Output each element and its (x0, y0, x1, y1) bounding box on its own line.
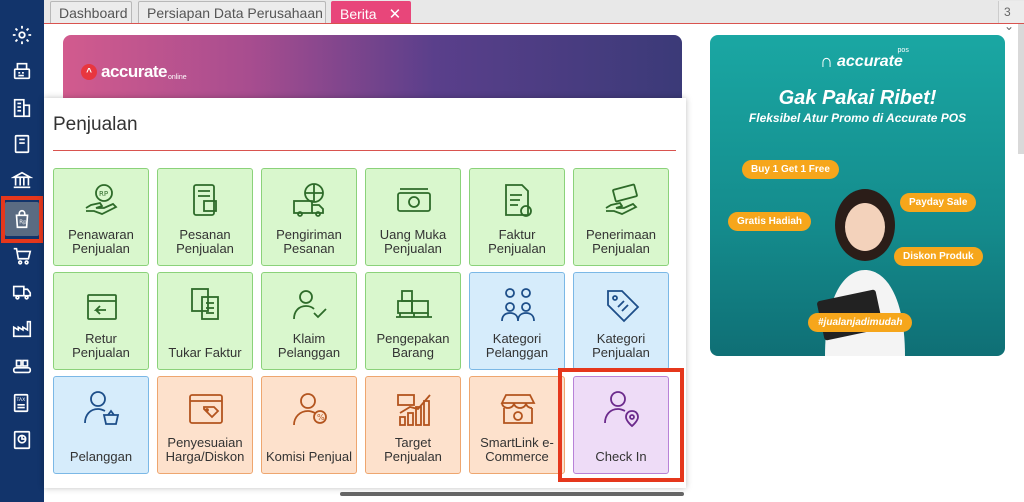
tile-komisi-penjual[interactable]: % Komisi Penjual (261, 376, 357, 474)
tile-pengepakan-barang[interactable]: Pengepakan Barang (365, 272, 461, 370)
tile-label: Retur Penjualan (72, 331, 130, 360)
promo-pill: Gratis Hadiah (728, 212, 812, 231)
svg-text:%: % (317, 413, 325, 422)
promo-hashtag: #jualanjadimudah (808, 313, 913, 332)
promo-ad[interactable]: ∩ accurate pos Gak Pakai Ribet! Fleksibe… (710, 35, 1005, 356)
accurate-mark-icon: ^ (81, 64, 97, 80)
tile-pengiriman-pesanan[interactable]: Pengiriman Pesanan (261, 168, 357, 266)
tile-label: Tukar Faktur (168, 345, 242, 360)
conveyor-icon[interactable] (5, 349, 39, 383)
delivery-icon[interactable] (5, 275, 39, 309)
tab-bar: Dashboard Persiapan Data Perusahaan Beri… (44, 0, 1024, 33)
tax-icon[interactable]: TAX (5, 386, 39, 420)
invoice-icon (505, 184, 532, 217)
building-icon[interactable] (5, 91, 39, 125)
promo-pill: Buy 1 Get 1 Free (742, 160, 839, 179)
return-box-icon (87, 294, 117, 320)
tile-label: Penerimaan Penjualan (585, 227, 657, 256)
tile-label: Penyesuaian Harga/Diskon (165, 435, 245, 464)
tile-label: Kategori Pelanggan (485, 331, 549, 360)
customer-claim-icon (293, 290, 327, 320)
cart-icon[interactable] (5, 239, 39, 273)
tile-label: Target Penjualan (384, 435, 442, 464)
ad-logo-text: accurate (837, 52, 903, 70)
tile-label: Pengepakan Barang (376, 331, 450, 360)
tab-label: Dashboard (59, 5, 128, 21)
horizontal-scrollbar[interactable] (340, 492, 684, 496)
tile-kategori-penjualan[interactable]: Kategori Penjualan (573, 272, 669, 370)
report-icon[interactable] (5, 423, 39, 457)
cash-icon (397, 188, 431, 212)
tab-persiapan-data[interactable]: Persiapan Data Perusahaan (138, 1, 326, 23)
tile-label: Kategori Penjualan (592, 331, 650, 360)
vertical-scrollbar[interactable] (1018, 24, 1024, 154)
tab-count-dropdown[interactable]: 3 ⌄ (998, 1, 1024, 33)
tile-penawaran-penjualan[interactable]: RP Penawaran Penjualan (53, 168, 149, 266)
packing-pallet-icon (396, 290, 432, 318)
price-adjust-icon (189, 394, 223, 424)
fax-icon[interactable] (5, 54, 39, 88)
customer-category-icon (501, 288, 535, 322)
tile-label: Pengiriman Pesanan (276, 227, 342, 256)
sidebar-highlight-box (1, 196, 43, 243)
left-sidebar: Rp TAX (0, 0, 44, 502)
tab-berita[interactable]: Berita ✕ (331, 1, 411, 23)
svg-text:TAX: TAX (16, 397, 26, 403)
customer-basket-icon (84, 391, 120, 425)
accurate-online-logo: ^ accurate online (81, 62, 187, 82)
tile-label: Klaim Pelanggan (277, 331, 341, 360)
check-in-highlight-box (558, 368, 684, 482)
close-tab-icon[interactable]: ✕ (389, 6, 402, 23)
accurate-pos-logo: ∩ accurate pos (820, 47, 909, 72)
tile-label: SmartLink e- Commerce (480, 435, 554, 464)
receive-payment-icon (605, 183, 638, 215)
exchange-invoice-icon (191, 288, 219, 320)
order-document-icon (193, 184, 217, 216)
tab-dashboard[interactable]: Dashboard (50, 1, 132, 23)
target-chart-icon (397, 394, 431, 426)
tab-label: Berita (340, 6, 377, 22)
banner-logo-text: accurate (101, 62, 167, 81)
tile-label: Pelanggan (69, 449, 133, 464)
tile-pesanan-penjualan[interactable]: Pesanan Penjualan (157, 168, 253, 266)
svg-text:RP: RP (99, 190, 108, 198)
bank-icon[interactable] (5, 163, 39, 197)
settings-icon[interactable] (5, 18, 39, 52)
promo-pill: Payday Sale (900, 193, 977, 212)
factory-icon[interactable] (5, 312, 39, 346)
ad-subtitle: Fleksibel Atur Promo di Accurate POS (748, 111, 967, 125)
sales-commission-icon: % (293, 393, 327, 426)
tile-pelanggan[interactable]: Pelanggan (53, 376, 149, 474)
tile-tukar-faktur[interactable]: Tukar Faktur (157, 272, 253, 370)
delivery-truck-icon (293, 183, 324, 217)
tile-label: Pesanan Penjualan (176, 227, 234, 256)
tile-faktur-penjualan[interactable]: Faktur Penjualan (469, 168, 565, 266)
ad-logo-pos: pos (897, 47, 909, 54)
store-icon (500, 394, 536, 424)
tile-penyesuaian-harga-diskon[interactable]: Penyesuaian Harga/Diskon (157, 376, 253, 474)
banner-logo-sub: online (167, 73, 187, 81)
tile-penerimaan-penjualan[interactable]: Penerimaan Penjualan (573, 168, 669, 266)
book-icon[interactable] (5, 127, 39, 161)
panel-title: Penjualan (53, 114, 138, 135)
panel-divider (53, 150, 676, 151)
tile-uang-muka-penjualan[interactable]: Uang Muka Penjualan (365, 168, 461, 266)
tile-smartlink-ecommerce[interactable]: SmartLink e- Commerce (469, 376, 565, 474)
tile-label: Komisi Penjual (266, 449, 352, 464)
hand-money-icon: RP (85, 184, 118, 215)
tile-label: Penawaran Penjualan (68, 227, 134, 256)
sales-tag-icon (607, 290, 640, 323)
ad-title: Gak Pakai Ribet! (778, 87, 937, 109)
accurate-pos-mark-icon: ∩ (820, 51, 833, 71)
tile-retur-penjualan[interactable]: Retur Penjualan (53, 272, 149, 370)
tile-target-penjualan[interactable]: Target Penjualan (365, 376, 461, 474)
tile-label: Faktur Penjualan (488, 227, 546, 256)
tab-label: Persiapan Data Perusahaan (147, 5, 323, 21)
tile-kategori-pelanggan[interactable]: Kategori Pelanggan (469, 272, 565, 370)
promo-pill: Diskon Produk (894, 247, 983, 266)
tile-klaim-pelanggan[interactable]: Klaim Pelanggan (261, 272, 357, 370)
tile-label: Uang Muka Penjualan (379, 227, 447, 256)
